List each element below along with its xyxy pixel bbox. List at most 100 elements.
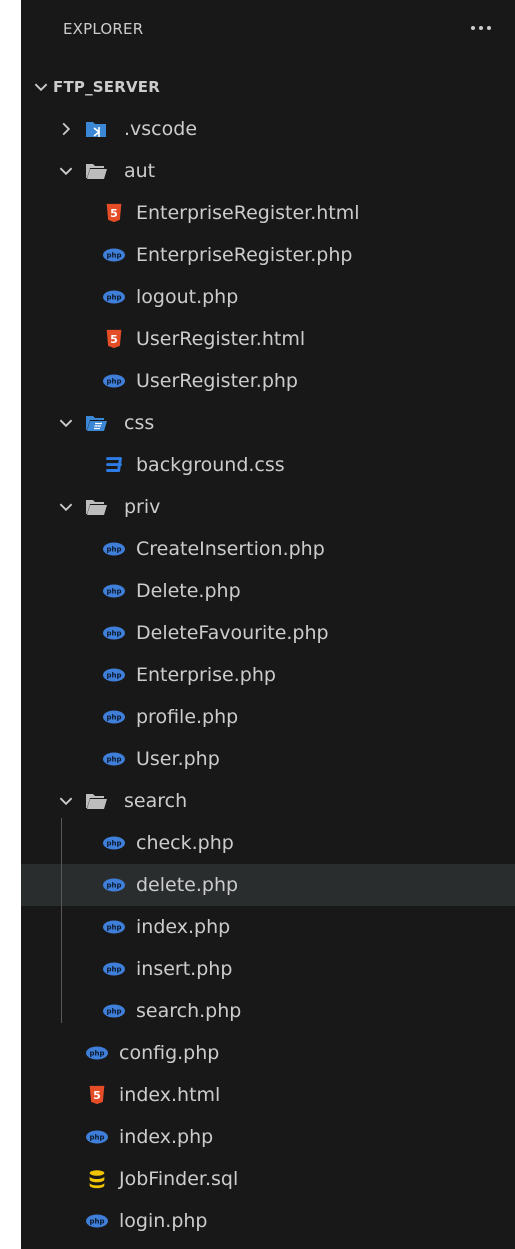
file-name: index.php (119, 1126, 214, 1148)
explorer-panel: EXPLORER FTP_SERVER .vscode aut 5 Enterpris… (21, 0, 515, 1249)
php-icon: php (102, 621, 126, 645)
folder-name: css (124, 412, 155, 434)
folder-open-icon (84, 159, 108, 183)
file-name: index.php (136, 916, 231, 938)
svg-text:php: php (106, 1008, 121, 1016)
html-icon: 5 (102, 201, 126, 225)
folder-css[interactable]: css (21, 402, 515, 444)
folder-open-icon (84, 789, 108, 813)
file-item[interactable]: 5 UserRegister.html (21, 318, 515, 360)
explorer-title: EXPLORER (63, 20, 144, 38)
file-item[interactable]: php logout.php (21, 276, 515, 318)
svg-text:php: php (106, 630, 121, 638)
file-name: CreateInsertion.php (136, 538, 325, 560)
svg-text:php: php (89, 1134, 104, 1142)
svg-text:php: php (89, 1050, 104, 1058)
file-name: UserRegister.html (136, 328, 306, 350)
explorer-header: EXPLORER (21, 0, 515, 62)
folder-priv[interactable]: priv (21, 486, 515, 528)
folder-aut[interactable]: aut (21, 150, 515, 192)
svg-text:php: php (106, 378, 121, 386)
file-name: delete.php (136, 874, 239, 896)
more-actions-button[interactable] (467, 14, 495, 42)
file-name: insert.php (136, 958, 233, 980)
css-folder-icon (84, 411, 108, 435)
svg-text:php: php (106, 252, 121, 260)
file-name: UserRegister.php (136, 370, 298, 392)
php-icon: php (102, 663, 126, 687)
root-folder-name: FTP_SERVER (53, 78, 160, 96)
file-item[interactable]: php login.php (21, 1200, 515, 1242)
file-name: check.php (136, 832, 234, 854)
folder-name: aut (124, 160, 156, 182)
file-name: config.php (119, 1042, 220, 1064)
svg-text:php: php (106, 672, 121, 680)
php-icon: php (102, 243, 126, 267)
file-item[interactable]: 5 index.html (21, 1074, 515, 1116)
file-item[interactable]: JobFinder.sql (21, 1158, 515, 1200)
php-icon: php (85, 1125, 109, 1149)
css-icon (102, 453, 126, 477)
file-item[interactable]: php Enterprise.php (21, 654, 515, 696)
file-item[interactable]: php Delete.php (21, 570, 515, 612)
file-item[interactable]: php EnterpriseRegister.php (21, 234, 515, 276)
php-icon: php (102, 579, 126, 603)
svg-text:5: 5 (110, 333, 118, 346)
php-icon: php (102, 369, 126, 393)
svg-text:php: php (106, 924, 121, 932)
file-item[interactable]: php check.php (21, 822, 515, 864)
php-icon: php (85, 1041, 109, 1065)
php-icon: php (102, 831, 126, 855)
php-icon: php (85, 1209, 109, 1233)
svg-text:php: php (106, 546, 121, 554)
php-icon: php (102, 957, 126, 981)
svg-text:php: php (106, 588, 121, 596)
svg-text:php: php (106, 756, 121, 764)
chevron-down-icon (54, 411, 78, 435)
file-item[interactable]: php DeleteFavourite.php (21, 612, 515, 654)
svg-text:php: php (106, 882, 121, 890)
file-tree: FTP_SERVER .vscode aut 5 EnterpriseRegister… (21, 66, 515, 1242)
file-item[interactable]: php index.php (21, 906, 515, 948)
file-item[interactable]: php insert.php (21, 948, 515, 990)
file-name: index.html (119, 1084, 221, 1106)
file-item[interactable]: php CreateInsertion.php (21, 528, 515, 570)
folder-name: search (124, 790, 188, 812)
file-name: EnterpriseRegister.php (136, 244, 353, 266)
file-name: login.php (119, 1210, 208, 1232)
file-name: EnterpriseRegister.html (136, 202, 360, 224)
vscode-folder-icon (84, 117, 108, 141)
file-item[interactable]: 5 EnterpriseRegister.html (21, 192, 515, 234)
file-item[interactable]: php User.php (21, 738, 515, 780)
file-item[interactable]: php index.php (21, 1116, 515, 1158)
php-icon: php (102, 285, 126, 309)
file-item[interactable]: php delete.php (21, 864, 515, 906)
file-item[interactable]: php search.php (21, 990, 515, 1032)
svg-text:php: php (89, 1218, 104, 1226)
file-item[interactable]: php UserRegister.php (21, 360, 515, 402)
chevron-right-icon (54, 117, 78, 141)
file-item[interactable]: php profile.php (21, 696, 515, 738)
html-icon: 5 (85, 1083, 109, 1107)
ellipsis-icon (487, 26, 491, 30)
chevron-down-icon (54, 159, 78, 183)
php-icon: php (102, 537, 126, 561)
file-name: search.php (136, 1000, 242, 1022)
file-item[interactable]: background.css (21, 444, 515, 486)
root-folder-ftp-server[interactable]: FTP_SERVER (21, 66, 515, 108)
file-name: DeleteFavourite.php (136, 622, 329, 644)
svg-text:5: 5 (93, 1089, 101, 1102)
folder-search[interactable]: search (21, 780, 515, 822)
folder-vscode[interactable]: .vscode (21, 108, 515, 150)
file-name: Delete.php (136, 580, 241, 602)
php-icon: php (102, 705, 126, 729)
php-icon: php (102, 999, 126, 1023)
ellipsis-icon (471, 26, 475, 30)
indent-guide (61, 818, 62, 1023)
file-name: logout.php (136, 286, 239, 308)
svg-text:php: php (106, 714, 121, 722)
ellipsis-icon (479, 26, 483, 30)
file-item[interactable]: php config.php (21, 1032, 515, 1074)
php-icon: php (102, 747, 126, 771)
svg-text:5: 5 (110, 207, 118, 220)
